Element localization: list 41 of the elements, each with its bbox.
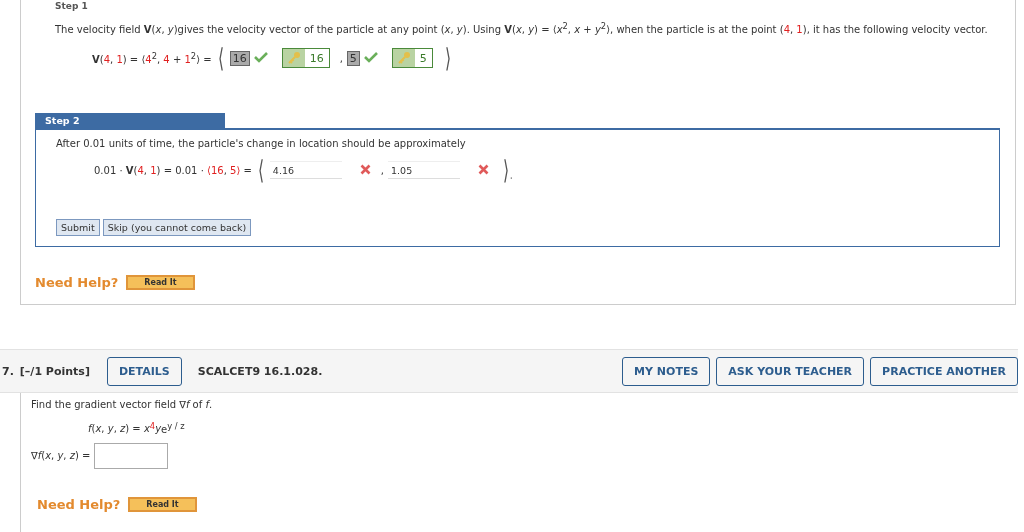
key-icon [396,51,411,66]
answer-field[interactable] [94,442,169,469]
question-code: SCALCET9 16.1.028. [197,364,324,378]
separator-text: , [339,52,343,64]
bracket-text: ⟨ [217,43,224,74]
header-button[interactable]: PRACTICE ANOTHER [870,356,1018,386]
action-button[interactable]: Submit [56,219,100,237]
header-button[interactable]: ASK YOUR TEACHER [716,356,865,386]
cross-icon [359,163,371,175]
bracket-text: ⟩. [502,155,514,186]
check-icon [253,51,268,64]
details-button[interactable]: DETAILS [106,356,182,386]
submitted-answer: 5 [346,50,360,66]
header-button[interactable]: MY NOTES [622,356,711,386]
points-label: [–/1 Points] [19,364,90,378]
answer-field[interactable]: 4.16 [269,161,342,180]
need-help-label: Need Help? [35,275,119,291]
step-header: Step 2 [35,113,225,129]
bracket-text: ⟩ [444,43,451,74]
formula-text: V(4, 1) = ⟨4$^{2}$, 4 + 1$^{2}$⟩ = [92,51,212,66]
answer-key: 16 [281,48,330,69]
prompt-text: After 0.01 units of time, the particle's change in location should be approximately [56,138,467,150]
question-text: Find the gradient vector field ∇f of f. [31,399,214,411]
read-it-button[interactable]: Read It [126,275,195,291]
key-icon [286,51,301,66]
separator-text: , [380,164,385,176]
need-help-label: Need Help? [37,496,121,512]
check-icon [363,51,378,64]
action-button[interactable]: Skip (you cannot come back) [102,219,252,237]
answer-key: 5 [391,48,433,69]
cross-icon [478,163,490,175]
question-number: 7. [2,364,14,378]
function-formula: f(x, y, z) = x$^{4}$ye$^{y / z}$ [88,420,186,435]
formula-text: 0.01 · V(4, 1) = 0.01 · ⟨16, 5⟩ = [94,164,252,176]
bracket-text: ⟨ [257,155,264,186]
submitted-answer: 16 [229,50,250,66]
answer-label: ∇f(x, y, z) = [31,450,91,462]
step-label: Step 1 [55,2,88,10]
answer-field[interactable]: 1.05 [388,161,461,180]
problem-text: The velocity field V(x, y)gives the velocity vector of the particle at any point (x, y). Using V(x, y) = ⟨x$^{2}$, x + y$^{2}$⟩, when the particle is at the point (4, 1), it has the following velocity vector. [55,20,989,38]
read-it-button[interactable]: Read It [128,496,197,512]
